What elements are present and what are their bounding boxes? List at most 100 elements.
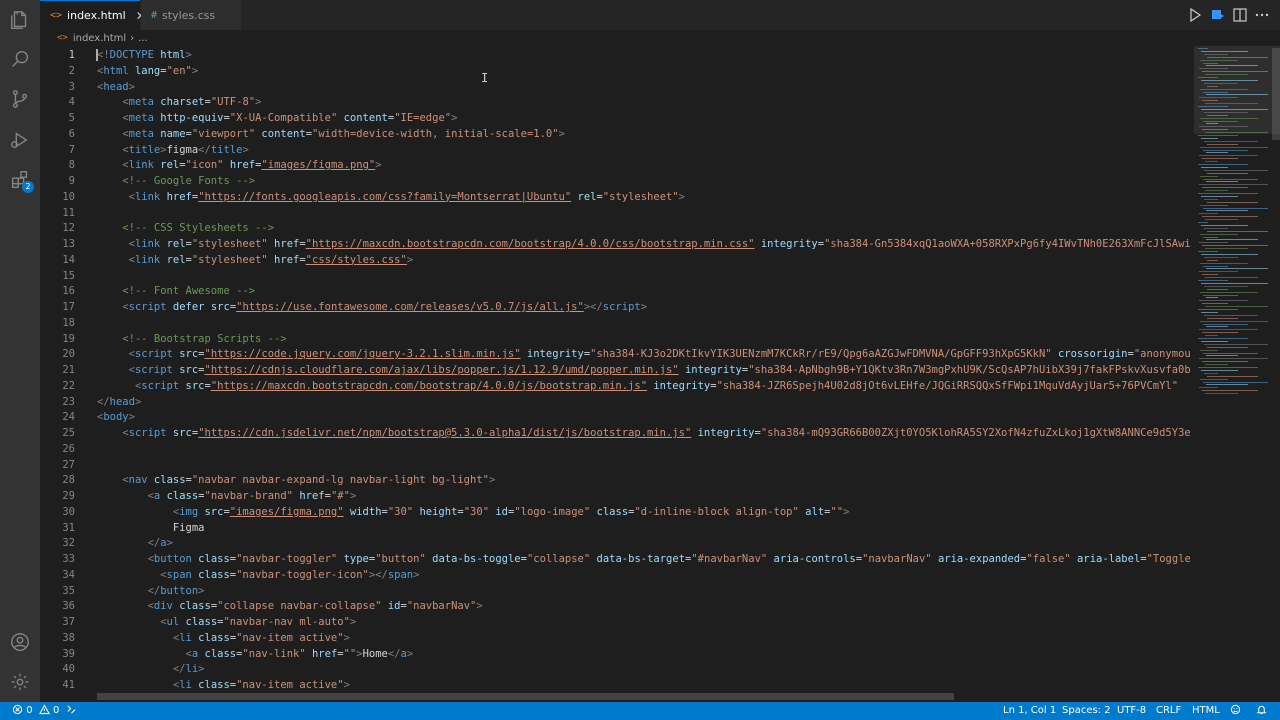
- horizontal-scrollbar-thumb[interactable]: [97, 693, 954, 700]
- code-line[interactable]: <!-- CSS Stylesheets -->: [97, 220, 274, 236]
- cursor-position[interactable]: Ln 1, Col 1: [1003, 702, 1056, 720]
- code-line[interactable]: <img src="images/figma.png" width="30" h…: [97, 504, 850, 520]
- code-line[interactable]: <ul class="navbar-nav ml-auto">: [97, 614, 356, 630]
- live-preview-icon[interactable]: [1210, 7, 1226, 23]
- code-line[interactable]: <script defer src="https://use.fontaweso…: [97, 299, 647, 315]
- minimap-line: [1198, 193, 1258, 194]
- code-line[interactable]: </head>: [97, 394, 141, 410]
- code-token: html: [103, 64, 129, 77]
- code-editor[interactable]: 1 2 3 4 5 6 7 8 9 10 11 12 13 14 15 16 17 18 19 20 21 22 23 24 2…: [40, 46, 1190, 702]
- line-number: 18: [62, 316, 75, 329]
- search-icon[interactable]: [8, 47, 32, 71]
- code-token: integrity: [653, 379, 711, 392]
- notifications-bell-icon[interactable]: [1256, 702, 1267, 720]
- code-token: "sha384-JZR6Spejh4U02d8jOt6vLEHfe/JQGiRR…: [716, 379, 1179, 392]
- code-line[interactable]: Figma: [97, 520, 205, 536]
- minimap-line: [1201, 369, 1238, 371]
- code-line[interactable]: <head>: [97, 79, 135, 95]
- minimap-line: [1198, 222, 1208, 223]
- code-line[interactable]: <li class="nav-item active">: [97, 630, 350, 646]
- code-line[interactable]: </button>: [97, 583, 205, 599]
- code-line[interactable]: <title>figma</title>: [97, 142, 248, 158]
- remote-icon[interactable]: [66, 702, 77, 720]
- code-token: Figma: [97, 521, 205, 534]
- code-line[interactable]: <meta charset="UTF-8">: [97, 94, 261, 110]
- more-actions-icon[interactable]: [1254, 7, 1270, 23]
- code-line[interactable]: <html lang="en">: [97, 63, 198, 79]
- line-number: 37: [62, 616, 75, 628]
- line-number: 40: [62, 663, 75, 676]
- minimap-line: [1203, 149, 1248, 151]
- minimap-line: [1199, 387, 1218, 389]
- code-token: "sha384-mQ93GR66B00ZXjt0YO5KlohRA5SY2Xof…: [760, 427, 1190, 439]
- minimap-line: [1206, 239, 1258, 241]
- end-of-line[interactable]: CRLF: [1156, 702, 1181, 720]
- breadcrumb-file[interactable]: index.html: [73, 33, 126, 44]
- code-line[interactable]: <span class="navbar-toggler-icon"></span…: [97, 567, 419, 583]
- breadcrumb-rest[interactable]: ...: [138, 33, 148, 44]
- language-mode[interactable]: HTML: [1192, 702, 1220, 720]
- code-line[interactable]: <link rel="icon" href="images/figma.png"…: [97, 157, 381, 173]
- minimap-line: [1205, 335, 1218, 337]
- minimap-line: [1202, 100, 1218, 102]
- code-token: >: [678, 190, 685, 203]
- minimap-line: [1204, 198, 1218, 200]
- code-line[interactable]: </a>: [97, 535, 173, 551]
- manage-gear-icon[interactable]: [8, 670, 32, 694]
- vertical-scrollbar[interactable]: [1272, 46, 1280, 702]
- code-line[interactable]: <link rel="stylesheet" href="https://max…: [97, 236, 1190, 252]
- minimap-line: [1205, 248, 1248, 250]
- feedback-icon[interactable]: [1230, 702, 1241, 720]
- code-line[interactable]: <nav class="navbar navbar-expand-lg navb…: [97, 472, 495, 488]
- minimap-line: [1206, 268, 1268, 270]
- split-editor-icon[interactable]: [1232, 7, 1248, 23]
- code-line[interactable]: <script src="https://code.jquery.com/jqu…: [97, 346, 1190, 362]
- code-token: "sha384-KJ3o2DKtIkvYIK3UENzmM7KCkRr/rE9/…: [590, 348, 1052, 361]
- encoding[interactable]: UTF-8: [1117, 702, 1146, 720]
- code-line[interactable]: <script src="https://maxcdn.bootstrapcdn…: [97, 378, 1178, 394]
- tab-index-html[interactable]: <> index.html ✕: [40, 0, 146, 30]
- code-line[interactable]: </li>: [97, 661, 205, 677]
- vertical-scrollbar-thumb[interactable]: [1272, 48, 1280, 140]
- code-line[interactable]: <a class="navbar-brand" href="#">: [97, 488, 357, 504]
- code-line[interactable]: <!DOCTYPE html>: [97, 47, 192, 63]
- minimap-line: [1200, 117, 1258, 119]
- code-line[interactable]: <!-- Google Fonts -->: [97, 173, 255, 189]
- code-line[interactable]: <body>: [97, 409, 135, 425]
- code-line[interactable]: <button class="navbar-toggler" type="but…: [97, 551, 1190, 567]
- minimap-line: [1206, 65, 1258, 67]
- code-token: <!-- Bootstrap Scripts -->: [122, 332, 287, 345]
- minimap-line: [1204, 256, 1238, 258]
- code-line[interactable]: <script src="https://cdnjs.cloudflare.co…: [97, 362, 1190, 378]
- code-line[interactable]: <script src="https://cdn.jsdelivr.net/np…: [97, 425, 1190, 441]
- run-debug-icon[interactable]: [8, 128, 32, 152]
- code-line[interactable]: <link rel="stylesheet" href="css/styles.…: [97, 252, 414, 268]
- code-token: "d-inline-block align-top": [634, 505, 799, 518]
- code-token: class: [166, 490, 199, 502]
- code-line[interactable]: <li class="nav-item active">: [97, 677, 350, 693]
- problems-indicator[interactable]: 0 0: [12, 702, 59, 720]
- tab-styles-css[interactable]: # styles.css: [141, 0, 241, 30]
- code-token: li: [185, 663, 199, 676]
- run-icon[interactable]: [1187, 7, 1203, 23]
- code-line[interactable]: <meta http-equiv="X-UA-Compatible" conte…: [97, 110, 457, 126]
- minimap[interactable]: [1190, 46, 1280, 702]
- code-line[interactable]: <!-- Bootstrap Scripts -->: [97, 331, 287, 347]
- code-token: src: [179, 364, 199, 376]
- minimap-line: [1203, 62, 1218, 64]
- code-line[interactable]: <!-- Font Awesome -->: [97, 283, 255, 299]
- code-line[interactable]: <a class="nav-link" href="">Home</a>: [97, 646, 414, 662]
- code-token: div: [153, 600, 173, 613]
- code-line[interactable]: <meta name="viewport" content="width=dev…: [97, 126, 565, 142]
- source-control-icon[interactable]: [8, 87, 32, 111]
- code-token: "width=device-width, initial-scale=1.0": [312, 127, 559, 140]
- line-number: 29: [62, 490, 75, 502]
- code-line[interactable]: <div class="collapse navbar-collapse" id…: [97, 598, 483, 614]
- code-token: http-equiv: [160, 112, 224, 124]
- account-icon[interactable]: [8, 630, 32, 654]
- explorer-icon[interactable]: [8, 8, 32, 32]
- indentation[interactable]: Spaces: 2: [1062, 702, 1111, 720]
- code-line[interactable]: <link href="https://fonts.googleapis.com…: [97, 189, 685, 205]
